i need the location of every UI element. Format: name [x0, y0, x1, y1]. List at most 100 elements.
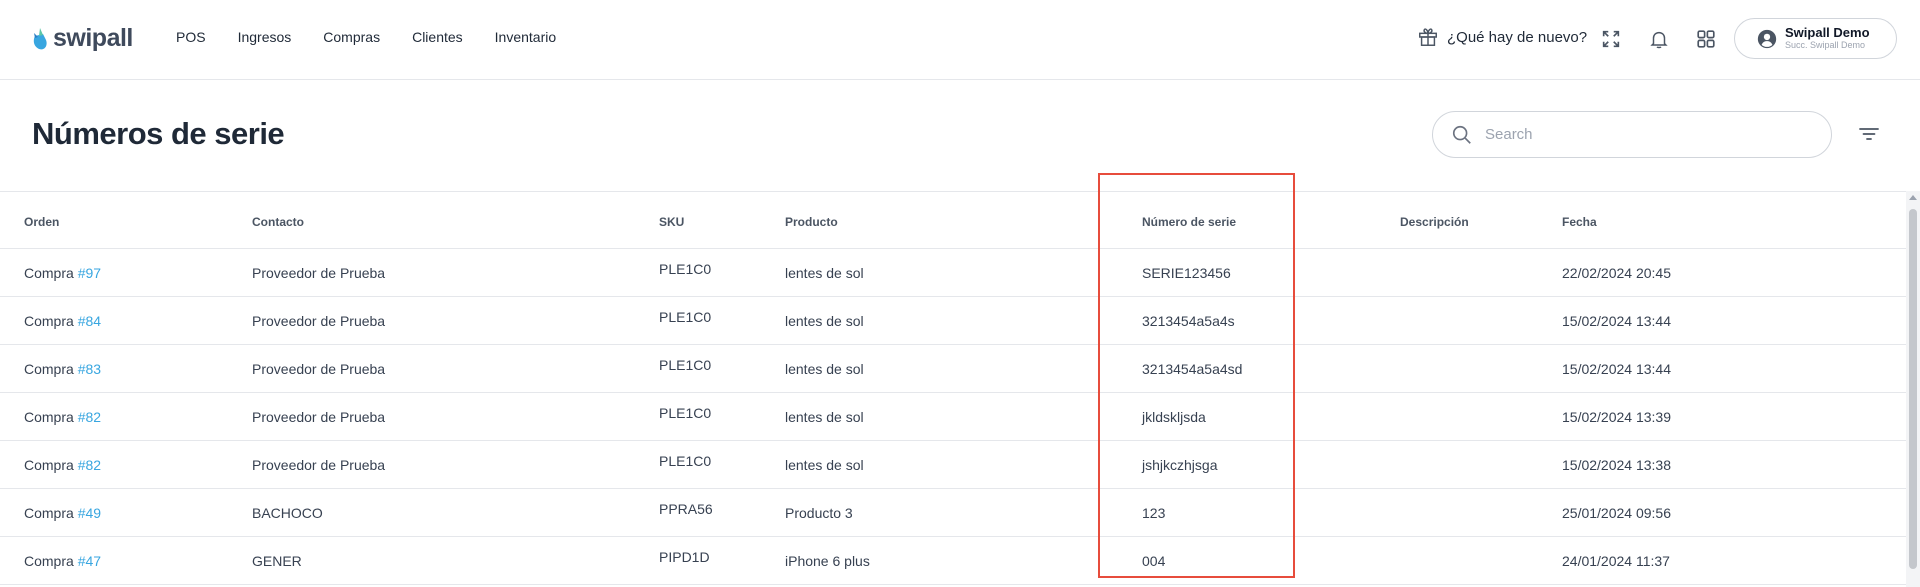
sku-cell: PLE1C0: [659, 261, 712, 277]
product-cell: lentes de sol: [785, 409, 864, 425]
order-link[interactable]: #49: [78, 505, 101, 521]
nav-item-compras[interactable]: Compras: [323, 29, 380, 45]
order-prefix: Compra: [24, 553, 74, 569]
order-cell: Compra #97: [24, 265, 101, 281]
contact-cell: Proveedor de Prueba: [252, 313, 386, 329]
bell-icon[interactable]: [1647, 27, 1671, 51]
nav-item-ingresos[interactable]: Ingresos: [238, 29, 292, 45]
column-header-orden[interactable]: Orden: [24, 215, 59, 229]
contact-cell: Proveedor de Prueba: [252, 265, 386, 281]
contact-cell: Proveedor de Prueba: [252, 457, 386, 473]
fullscreen-icon[interactable]: [1599, 27, 1623, 51]
user-menu-button[interactable]: Swipall Demo Succ. Swipall Demo: [1734, 18, 1897, 59]
table-row[interactable]: Compra #82 Proveedor de Prueba PLE1C0 le…: [0, 393, 1906, 441]
contact-cell: Proveedor de Prueba: [252, 409, 386, 425]
order-prefix: Compra: [24, 265, 74, 281]
order-prefix: Compra: [24, 313, 74, 329]
gift-icon: [1419, 28, 1437, 46]
order-cell: Compra #82: [24, 409, 101, 425]
serial-numbers-table: Orden Contacto SKU Producto Número de se…: [0, 191, 1906, 587]
date-cell: 25/01/2024 09:56: [1562, 505, 1671, 521]
serial-cell: 123: [1142, 505, 1166, 521]
search-box[interactable]: [1432, 111, 1832, 158]
product-cell: lentes de sol: [785, 313, 864, 329]
table-scrollbar[interactable]: [1906, 191, 1920, 587]
product-cell: lentes de sol: [785, 361, 864, 377]
table-row[interactable]: Compra #47 GENER PIPD1D iPhone 6 plus 00…: [0, 537, 1906, 585]
contact-cell: BACHOCO: [252, 505, 323, 521]
nav-item-clientes[interactable]: Clientes: [412, 29, 463, 45]
nav-item-inventario[interactable]: Inventario: [495, 29, 556, 45]
column-header-numero-de-serie[interactable]: Número de serie: [1142, 215, 1236, 229]
table-header: Orden Contacto SKU Producto Número de se…: [0, 192, 1906, 249]
whats-new-label: ¿Qué hay de nuevo?: [1447, 28, 1588, 46]
serial-cell: 3213454a5a4s: [1142, 313, 1235, 329]
order-cell: Compra #82: [24, 457, 101, 473]
date-cell: 15/02/2024 13:38: [1562, 457, 1671, 473]
table-row[interactable]: Compra #84 Proveedor de Prueba PLE1C0 le…: [0, 297, 1906, 345]
brand-name: swipall: [53, 24, 133, 52]
order-prefix: Compra: [24, 409, 74, 425]
contact-cell: GENER: [252, 553, 302, 569]
order-cell: Compra #47: [24, 553, 101, 569]
swipall-logo-icon: [31, 26, 49, 52]
sku-cell: PLE1C0: [659, 309, 712, 325]
search-icon: [1452, 125, 1471, 144]
sku-cell: PIPD1D: [659, 549, 710, 565]
swipall-logo[interactable]: swipall: [31, 24, 133, 53]
table-row[interactable]: Compra #97 Proveedor de Prueba PLE1C0 le…: [0, 249, 1906, 297]
product-cell: iPhone 6 plus: [785, 553, 870, 569]
top-bar: swipall POS Ingresos Compras Clientes In…: [0, 0, 1920, 80]
product-cell: lentes de sol: [785, 457, 864, 473]
table-row[interactable]: Compra #83 Proveedor de Prueba PLE1C0 le…: [0, 345, 1906, 393]
sku-cell: PLE1C0: [659, 453, 712, 469]
date-cell: 15/02/2024 13:44: [1562, 313, 1671, 329]
scroll-up-arrow-icon[interactable]: [1909, 195, 1917, 200]
serial-cell: 3213454a5a4sd: [1142, 361, 1243, 377]
order-prefix: Compra: [24, 457, 74, 473]
order-prefix: Compra: [24, 361, 74, 377]
sku-cell: PLE1C0: [659, 405, 712, 421]
date-cell: 15/02/2024 13:44: [1562, 361, 1671, 377]
date-cell: 24/01/2024 11:37: [1562, 553, 1670, 569]
order-link[interactable]: #83: [78, 361, 101, 377]
search-input[interactable]: [1485, 126, 1805, 143]
apps-grid-icon[interactable]: [1694, 27, 1718, 51]
product-cell: Producto 3: [785, 505, 853, 521]
order-link[interactable]: #84: [78, 313, 101, 329]
table-row[interactable]: Compra #49 BACHOCO PPRA56 Producto 3 123…: [0, 489, 1906, 537]
column-header-descripcion[interactable]: Descripción: [1400, 215, 1469, 229]
main-nav: POS Ingresos Compras Clientes Inventario: [176, 29, 588, 45]
nav-item-pos[interactable]: POS: [176, 29, 206, 45]
serial-cell: jshjkczhjsga: [1142, 457, 1218, 473]
contact-cell: Proveedor de Prueba: [252, 361, 386, 377]
date-cell: 15/02/2024 13:39: [1562, 409, 1671, 425]
order-cell: Compra #49: [24, 505, 101, 521]
user-info: Swipall Demo Succ. Swipall Demo: [1785, 24, 1870, 51]
order-link[interactable]: #82: [78, 409, 101, 425]
user-branch: Succ. Swipall Demo: [1785, 39, 1866, 50]
table-row[interactable]: Compra #82 Proveedor de Prueba PLE1C0 le…: [0, 441, 1906, 489]
user-circle-icon: [1757, 29, 1777, 48]
serial-cell: 004: [1142, 553, 1166, 569]
sku-cell: PLE1C0: [659, 357, 712, 373]
serial-cell: jkldskljsda: [1142, 409, 1206, 425]
order-link[interactable]: #82: [78, 457, 101, 473]
sku-cell: PPRA56: [659, 501, 713, 517]
order-link[interactable]: #47: [78, 553, 101, 569]
order-cell: Compra #84: [24, 313, 101, 329]
scrollbar-thumb[interactable]: [1909, 209, 1917, 569]
column-header-contacto[interactable]: Contacto: [252, 215, 304, 229]
filter-icon[interactable]: [1858, 124, 1880, 144]
serial-cell: SERIE123456: [1142, 265, 1231, 281]
column-header-fecha[interactable]: Fecha: [1562, 215, 1597, 229]
product-cell: lentes de sol: [785, 265, 864, 281]
page-title: Números de serie: [32, 116, 285, 151]
whats-new-link[interactable]: ¿Qué hay de nuevo?: [1417, 26, 1587, 48]
user-name: Swipall Demo: [1785, 24, 1870, 40]
date-cell: 22/02/2024 20:45: [1562, 265, 1671, 281]
column-header-producto[interactable]: Producto: [785, 215, 838, 229]
order-cell: Compra #83: [24, 361, 101, 377]
column-header-sku[interactable]: SKU: [659, 215, 684, 229]
order-link[interactable]: #97: [78, 265, 101, 281]
